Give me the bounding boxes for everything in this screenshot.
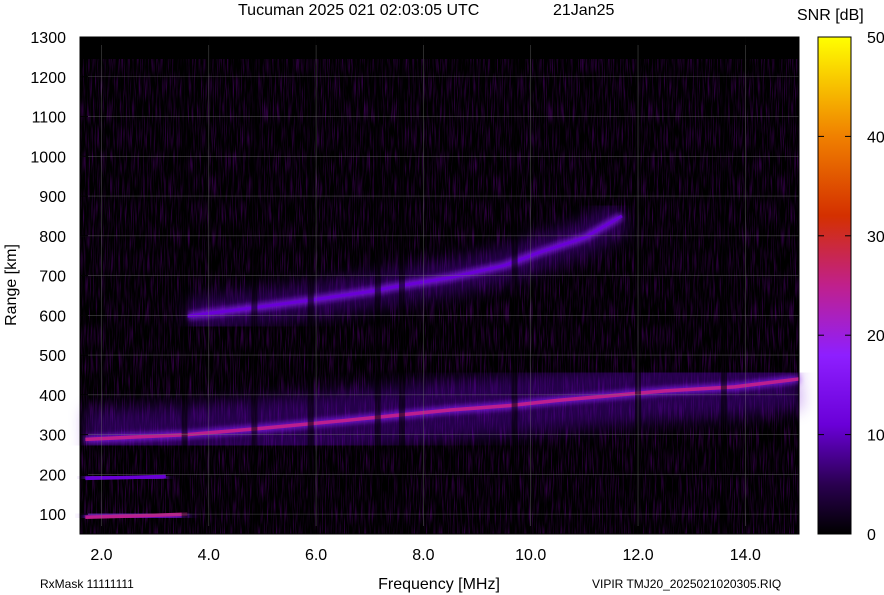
x-tick-label: 4.0	[198, 547, 220, 564]
x-tick-label: 14.0	[730, 547, 761, 564]
date-label: 21Jan25	[553, 2, 614, 19]
y-tick-label: 1300	[30, 30, 66, 47]
y-tick-label: 1000	[30, 149, 66, 166]
interference-stripe	[374, 59, 381, 534]
colorbar-tick-label: 30	[867, 229, 884, 246]
x-tick-label: 10.0	[515, 547, 546, 564]
x-axis-label: Frequency [MHz]	[378, 576, 500, 593]
y-axis-label: Range [km]	[3, 244, 20, 326]
trace-line	[85, 474, 166, 481]
x-tick-label: 12.0	[622, 547, 653, 564]
x-tick-label: 8.0	[412, 547, 434, 564]
y-tick-label: 800	[39, 229, 66, 246]
y-tick-label: 400	[39, 388, 66, 405]
ionogram-chart: 2.0 4.0 6.0 8.0 10.0 12.0 14.0 100200300400500…	[3, 2, 884, 593]
chart-title: Tucuman 2025 021 02:03:05 UTC	[238, 2, 479, 19]
y-tick-label: 1200	[30, 70, 66, 87]
plot-content	[80, 59, 803, 535]
colorbar-tick-label: 0	[867, 527, 876, 544]
footer-file: VIPIR TMJ20_2025021020305.RIQ	[592, 577, 781, 591]
interference-stripe	[511, 59, 518, 534]
colorbar-label: SNR [dB]	[797, 7, 864, 24]
interference-stripe	[181, 59, 188, 534]
x-tick-label: 2.0	[90, 547, 112, 564]
colorbar-tick-label: 20	[867, 328, 884, 345]
y-tick-label: 500	[39, 348, 66, 365]
y-tick-label: 600	[39, 308, 66, 325]
y-tick-label: 300	[39, 428, 66, 445]
interference-stripe	[398, 59, 405, 534]
interference-stripe	[720, 59, 727, 534]
y-axis: 100 200 300 400 500 600 700 800 900 1000 1100 1200 1…	[30, 30, 88, 524]
y-tick-label: 900	[39, 189, 66, 206]
colorbar-tick-label: 50	[867, 30, 884, 47]
colorbar-tick-label: 10	[867, 428, 884, 445]
x-tick-label: 6.0	[305, 547, 327, 564]
y-tick-label: 100	[39, 507, 66, 524]
footer-rxmask: RxMask 11111111	[40, 577, 134, 591]
y-tick-label: 200	[39, 467, 66, 484]
colorbar-tick-label: 40	[867, 129, 884, 146]
y-tick-label: 1100	[32, 110, 67, 127]
colorbar	[817, 36, 852, 535]
interference-stripe	[307, 59, 314, 534]
interference-stripe	[251, 59, 258, 534]
y-tick-label: 700	[39, 269, 66, 286]
